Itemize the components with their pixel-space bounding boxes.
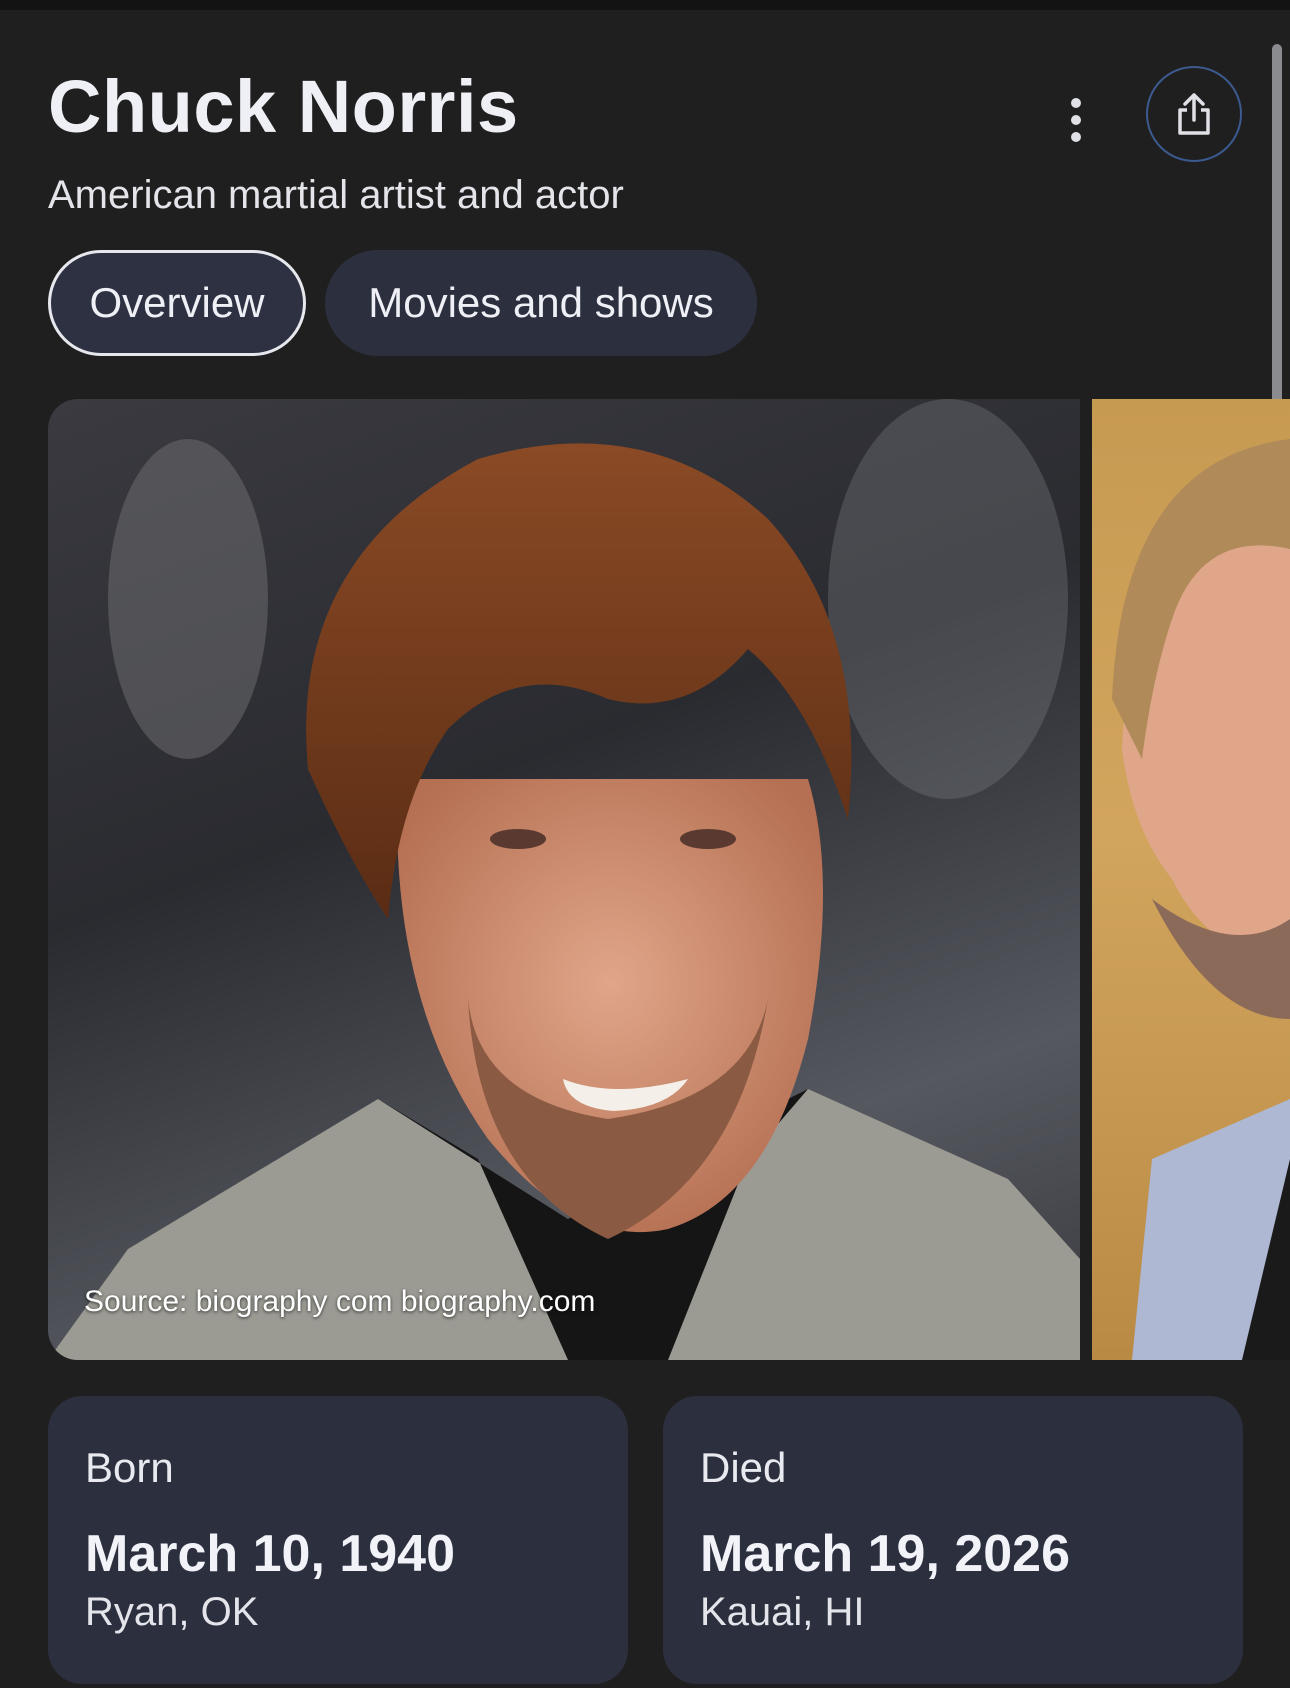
tab-movies-and-shows[interactable]: Movies and shows <box>325 250 757 356</box>
born-card[interactable]: Born March 10, 1940 Ryan, OK <box>48 1396 628 1684</box>
died-place: Kauai, HI <box>700 1590 865 1634</box>
share-icon <box>1178 93 1210 135</box>
tab-overview[interactable]: Overview <box>48 250 306 356</box>
secondary-photo[interactable] <box>1092 399 1290 1360</box>
portrait-illustration-2 <box>1112 439 1290 1360</box>
portrait-illustration <box>48 399 1080 1360</box>
died-date: March 19, 2026 <box>700 1525 1071 1583</box>
died-label: Died <box>700 1444 787 1491</box>
born-place: Ryan, OK <box>85 1590 259 1634</box>
knowledge-panel: Chuck Norris American martial artist and… <box>0 10 1290 1688</box>
more-vert-icon[interactable] <box>1050 80 1102 160</box>
born-date: March 10, 1940 <box>85 1525 456 1583</box>
panel-title: Chuck Norris <box>48 65 519 148</box>
dot <box>1071 115 1081 125</box>
died-card[interactable]: Died March 19, 2026 Kauai, HI <box>663 1396 1243 1684</box>
dot <box>1071 132 1081 142</box>
tab-movies-label: Movies and shows <box>368 279 714 326</box>
status-bar-strip <box>0 0 1290 10</box>
tab-overview-label: Overview <box>89 279 265 326</box>
dot <box>1071 98 1081 108</box>
main-photo[interactable]: Source: biography com biography.com <box>48 399 1080 1360</box>
panel-subtitle: American martial artist and actor <box>48 173 624 217</box>
born-label: Born <box>85 1444 174 1491</box>
scrollbar[interactable] <box>1272 44 1282 414</box>
share-button[interactable] <box>1146 66 1242 162</box>
image-source-caption: Source: biography com biography.com <box>84 1285 596 1318</box>
